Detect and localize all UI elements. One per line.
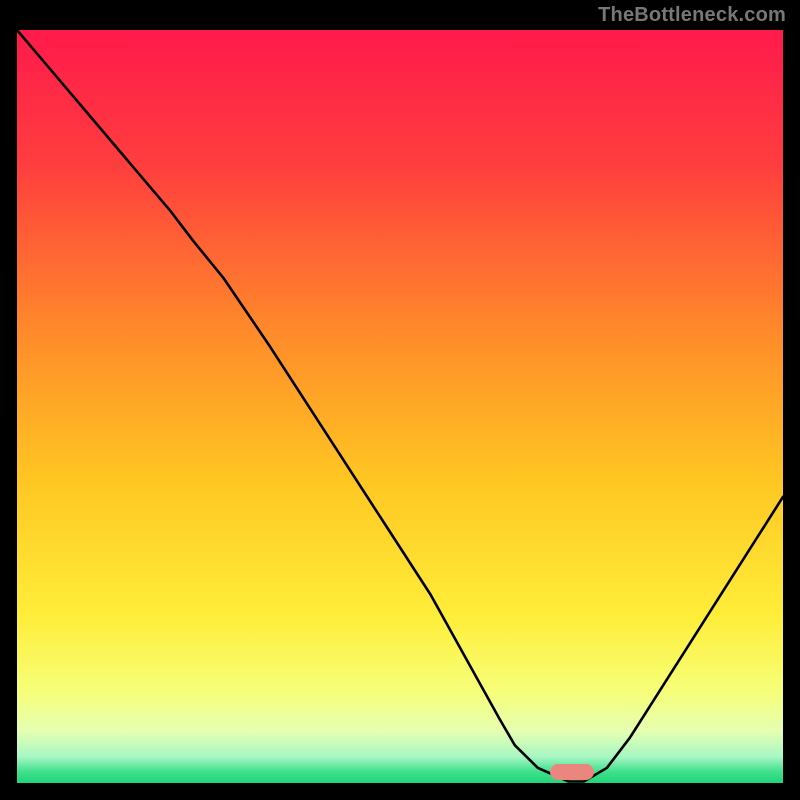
watermark-text: TheBottleneck.com [598,4,786,27]
plot-area [17,30,783,783]
bottleneck-curve [17,30,783,783]
curve-path [17,30,783,782]
optimal-marker [550,764,594,780]
chart-frame: TheBottleneck.com [0,0,800,800]
